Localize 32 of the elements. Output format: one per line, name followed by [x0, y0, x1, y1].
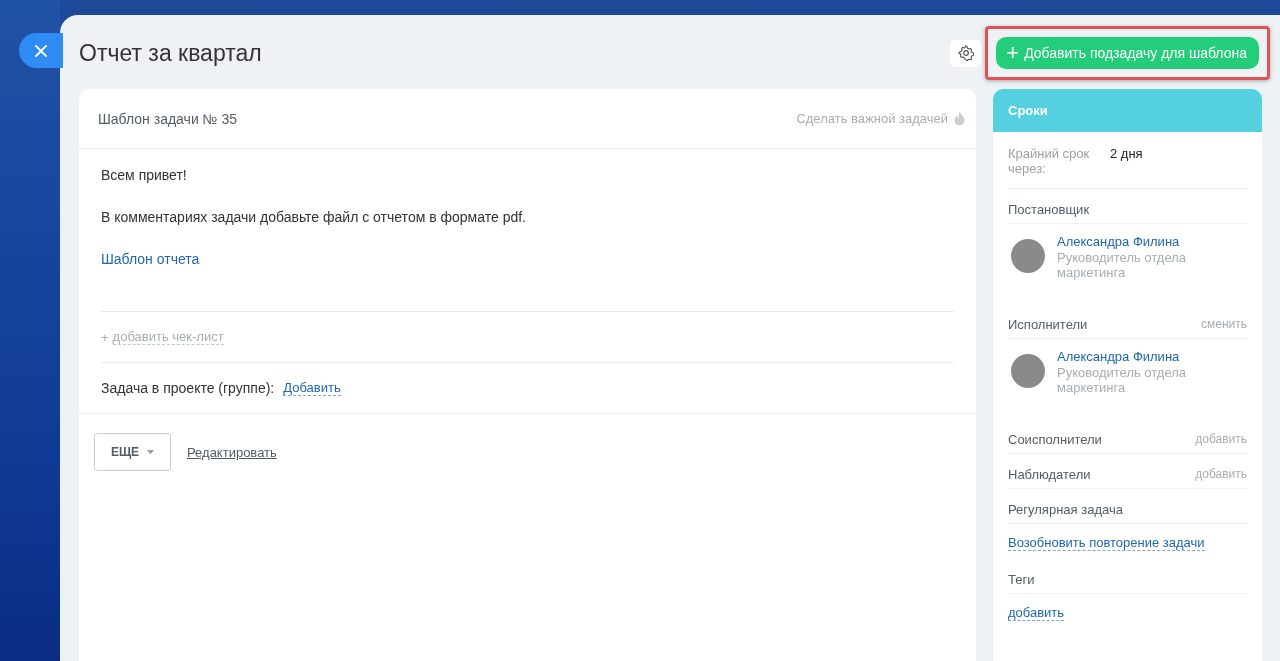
close-icon [34, 43, 48, 58]
section-title: Соисполнители [1008, 431, 1102, 447]
deadline-label: Крайний срок через: [1008, 146, 1091, 176]
person-name-link[interactable]: Александра Филина [1057, 349, 1207, 365]
section-title: Наблюдатели [1008, 466, 1091, 482]
section-title: Постановщик [1008, 201, 1090, 217]
close-button[interactable] [19, 33, 63, 68]
settings-icon [957, 45, 974, 61]
settings-button[interactable] [950, 39, 982, 67]
person-role: Руководитель отдела маркетинга [1057, 250, 1188, 280]
deadline-value: 2 дня [1110, 146, 1143, 161]
section-link[interactable]: Возобновить повторение задачи [1008, 535, 1205, 551]
section-link[interactable]: добавить [1008, 605, 1065, 621]
add-project-link[interactable]: Добавить [283, 380, 341, 396]
section-title: Регулярная задача [1008, 501, 1123, 517]
edit-link[interactable]: Редактировать [187, 444, 277, 460]
section-title: Теги [1008, 571, 1035, 587]
caret-icon [147, 450, 155, 454]
description-text: Всем привет! [101, 166, 188, 184]
person-name-link[interactable]: Александра Филина [1057, 234, 1207, 250]
avatar [1011, 239, 1045, 273]
project-label: Задача в проекте (группе): [101, 380, 275, 396]
description-text: В комментариях задачи добавьте файл с отчетом в формате pdf. [101, 208, 527, 226]
avatar [1011, 354, 1045, 388]
report-template-link[interactable]: Шаблон отчета [101, 250, 200, 268]
template-title: Шаблон задачи № 35 [98, 110, 238, 127]
page-title: Отчет за квартал [79, 38, 263, 67]
more-button[interactable]: ЕЩЕ [94, 433, 171, 471]
plus-sign: + [101, 329, 109, 345]
deadlines-header: Сроки [993, 89, 1262, 132]
section-title: Исполнители [1008, 316, 1088, 332]
person-role: Руководитель отдела маркетинга [1057, 365, 1188, 395]
